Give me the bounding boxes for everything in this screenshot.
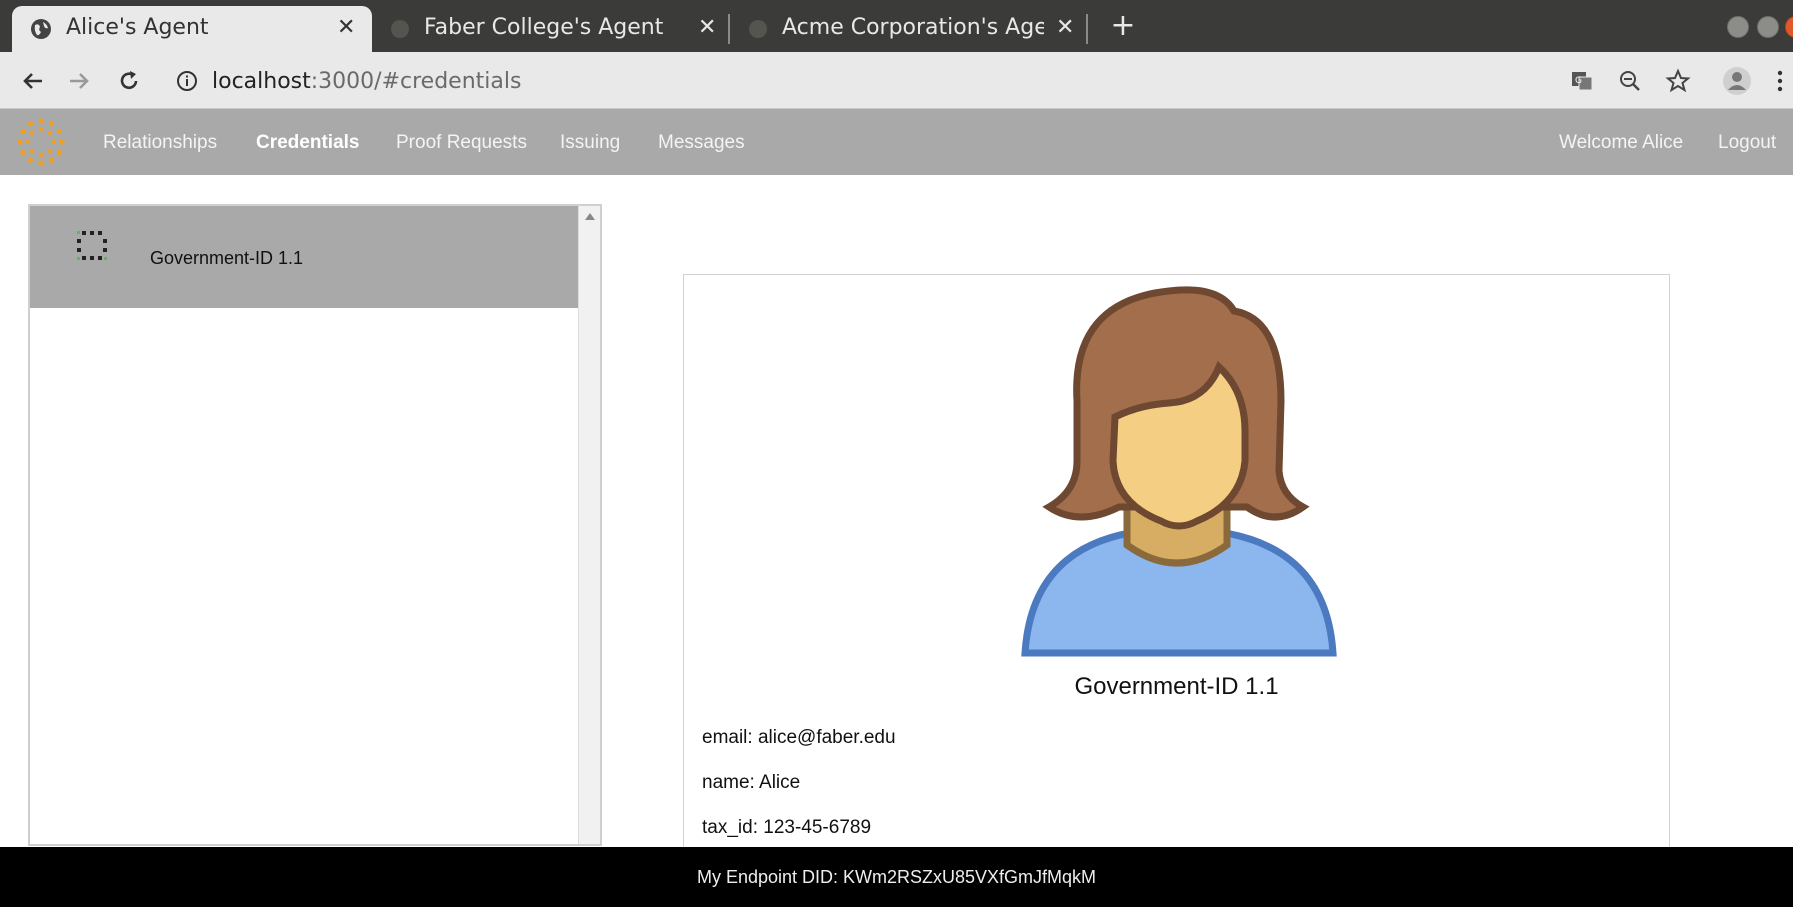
- menu-dots-icon: [1777, 70, 1783, 92]
- reload-icon: [120, 71, 138, 90]
- maximize-button[interactable]: [1757, 16, 1779, 38]
- back-button[interactable]: [16, 64, 50, 98]
- globe-icon: [30, 18, 52, 46]
- credential-list-item[interactable]: Government-ID 1.1: [30, 206, 580, 308]
- forward-arrow-icon: [70, 73, 89, 89]
- profile-icon: [1723, 67, 1751, 95]
- nav-credentials[interactable]: Credentials: [256, 132, 359, 154]
- welcome-text: Welcome Alice: [1559, 132, 1684, 153]
- svg-text:G: G: [1575, 76, 1582, 86]
- tab-faber-college-agent[interactable]: Faber College's Agent ✕: [380, 6, 720, 52]
- credential-list-item-label: Government-ID 1.1: [150, 248, 304, 268]
- scroll-up-arrow-icon[interactable]: [584, 212, 596, 222]
- forward-button[interactable]: [62, 64, 96, 98]
- logout-link[interactable]: Logout: [1718, 132, 1776, 154]
- list-scrollbar[interactable]: [578, 206, 600, 844]
- nav-messages[interactable]: Messages: [658, 132, 745, 154]
- address-bar-row: localhost:3000/#credentials G: [0, 52, 1793, 109]
- close-tab-icon[interactable]: ✕: [698, 15, 716, 40]
- back-arrow-icon: [23, 73, 42, 89]
- sun-logo-icon: [17, 118, 65, 166]
- translate-button[interactable]: G: [1565, 64, 1599, 98]
- attribute-tax-id: tax_id: 123-45-6789: [702, 817, 872, 838]
- nav-proof-requests[interactable]: Proof Requests: [396, 132, 527, 154]
- app-navbar: Relationships Credentials Proof Requests…: [0, 109, 1793, 175]
- tab-separator: [1086, 14, 1088, 44]
- globe-icon: [390, 19, 410, 45]
- tab-title: Faber College's Agent: [424, 15, 664, 40]
- url-host: localhost: [212, 68, 311, 94]
- credential-icon: [77, 231, 107, 260]
- zoom-out-icon: [1620, 71, 1640, 91]
- info-icon: [177, 71, 197, 91]
- site-info-button[interactable]: [170, 64, 204, 98]
- attribute-name: name: Alice: [702, 772, 801, 793]
- nav-issuing[interactable]: Issuing: [560, 132, 620, 154]
- tab-title: Alice's Agent: [66, 15, 209, 40]
- nav-relationships[interactable]: Relationships: [103, 132, 217, 154]
- bookmark-button[interactable]: [1661, 64, 1695, 98]
- tab-acme-corporation-agent[interactable]: Acme Corporation's Agent ✕: [738, 6, 1078, 52]
- tab-alices-agent[interactable]: Alice's Agent ✕: [12, 6, 372, 52]
- reload-button[interactable]: [112, 64, 146, 98]
- tab-title: Acme Corporation's Agent: [782, 15, 1044, 40]
- person-avatar-icon: [1021, 286, 1337, 657]
- credential-detail-card: Government-ID 1.1 email: alice@faber.edu…: [683, 274, 1670, 874]
- star-icon: [1665, 68, 1691, 93]
- url-field[interactable]: localhost:3000/#credentials: [212, 62, 521, 100]
- close-window-button[interactable]: [1785, 16, 1793, 38]
- url-path: :3000/#credentials: [310, 68, 522, 94]
- minimize-button[interactable]: [1727, 16, 1749, 38]
- app-logo[interactable]: [16, 117, 66, 171]
- tab-separator: [728, 14, 730, 44]
- close-tab-icon[interactable]: ✕: [337, 15, 355, 40]
- browser-tab-strip: Alice's Agent ✕ Faber College's Agent ✕ …: [0, 0, 1793, 52]
- close-tab-icon[interactable]: ✕: [1056, 15, 1074, 40]
- browser-menu-button[interactable]: [1770, 64, 1790, 98]
- credential-title: Government-ID 1.1: [1074, 673, 1279, 700]
- globe-icon: [748, 19, 768, 45]
- profile-button[interactable]: [1720, 64, 1754, 98]
- endpoint-did-footer: My Endpoint DID: KWm2RSZxU85VXfGmJfMqkM: [0, 847, 1793, 907]
- zoom-button[interactable]: [1613, 64, 1647, 98]
- credentials-list: Government-ID 1.1: [28, 204, 602, 846]
- attribute-email: email: alice@faber.edu: [702, 727, 896, 748]
- translate-icon: G: [1572, 72, 1593, 91]
- new-tab-button[interactable]: +: [1108, 8, 1138, 44]
